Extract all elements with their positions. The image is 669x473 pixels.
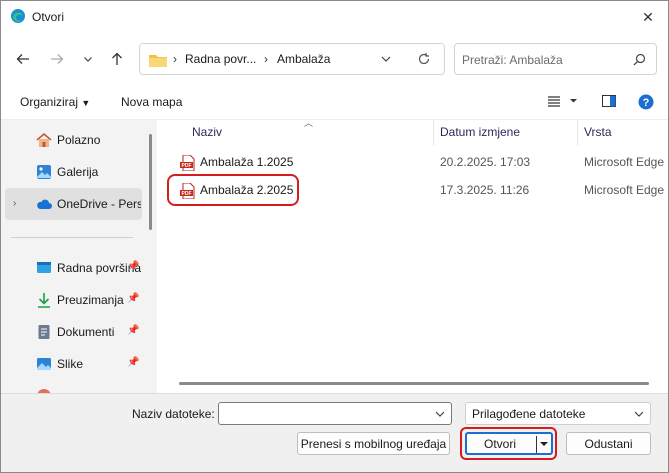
pictures-icon [37, 358, 51, 370]
file-row[interactable]: PDF Ambalaža 1.2025 20.2.2025. 17:03 Mic… [167, 150, 668, 174]
pin-icon: 📌 [127, 293, 140, 304]
column-separator[interactable] [577, 120, 578, 146]
command-bar: Organiziraj ▼ Nova mapa ? [1, 85, 668, 119]
sidebar-item-pictures[interactable]: Slike 📌 [1, 348, 146, 380]
file-date: 20.2.2025. 17:03 [440, 155, 531, 169]
column-header-date[interactable]: Datum izmjene [440, 125, 520, 139]
sidebar-divider [11, 237, 133, 238]
address-bar[interactable]: › Radna povr... › Ambalaža [139, 43, 445, 75]
file-type: Microsoft Edge PDF Document [584, 183, 668, 197]
svg-text:PDF: PDF [182, 163, 192, 169]
window-title: Otvori [32, 10, 65, 24]
column-header-name[interactable]: Naziv [192, 125, 222, 139]
desktop-icon [37, 262, 51, 273]
chevron-down-icon[interactable] [539, 439, 549, 449]
chevron-down-icon: ▼ [81, 98, 91, 108]
pin-icon: 📌 [127, 325, 140, 336]
title-bar: Otvori ✕ [1, 1, 668, 33]
sidebar-item-onedrive[interactable]: › OneDrive - Personal [5, 188, 142, 220]
breadcrumb-desktop[interactable]: Radna povr... [185, 52, 256, 66]
sidebar-scrollbar[interactable] [149, 134, 152, 230]
split-divider [536, 436, 537, 453]
document-icon [38, 325, 50, 339]
open-file-dialog: Otvori ✕ › Radna povr... › Ambalaža Pret… [0, 0, 669, 473]
home-icon [36, 132, 52, 147]
search-placeholder[interactable]: Pretraži: Ambalaža [462, 53, 563, 67]
close-icon[interactable]: ✕ [638, 7, 658, 27]
sort-ascending-icon: ︿ [304, 118, 314, 128]
forward-arrow-icon[interactable] [47, 49, 67, 69]
filetype-select[interactable]: Prilagođene datoteke [465, 402, 651, 425]
file-type: Microsoft Edge PDF Document [584, 155, 668, 169]
breadcrumb-chevron-icon: › [173, 52, 177, 66]
new-folder-button[interactable]: Nova mapa [121, 95, 182, 109]
search-box[interactable]: Pretraži: Ambalaža [454, 43, 657, 75]
pdf-icon: PDF [180, 155, 195, 171]
upload-from-mobile-button[interactable]: Prenesi s mobilnog uređaja [297, 432, 450, 455]
pin-icon: 📌 [127, 357, 140, 368]
download-icon [38, 293, 50, 308]
up-arrow-icon[interactable] [107, 49, 127, 69]
dialog-footer: Naziv datoteke: Prilagođene datoteke Pre… [1, 393, 668, 472]
back-arrow-icon[interactable] [13, 49, 33, 69]
open-button-label: Otvori [484, 437, 517, 451]
file-list: ︿ Naziv Datum izmjene Vrsta PDF Ambalaža… [161, 118, 668, 394]
sidebar-item-documents[interactable]: Dokumenti 📌 [1, 316, 146, 348]
file-date: 17.3.2025. 11:26 [440, 183, 530, 197]
search-icon[interactable] [633, 53, 646, 66]
sidebar-item-desktop[interactable]: Radna površina 📌 [1, 252, 146, 284]
filename-label: Naziv datoteke: [132, 407, 215, 421]
sidebar-item-gallery[interactable]: Galerija [1, 156, 146, 188]
cloud-icon [37, 199, 52, 209]
file-name: Ambalaža 1.2025 [200, 155, 294, 169]
list-view-icon [548, 96, 577, 107]
view-options-button[interactable] [547, 94, 577, 111]
file-highlight-outline [167, 174, 299, 206]
organize-menu-button[interactable]: Organiziraj ▼ [20, 95, 90, 109]
sidebar-item-partial [1, 380, 146, 394]
open-button[interactable]: Otvori [465, 432, 553, 455]
breadcrumb-chevron-icon: › [264, 52, 268, 66]
column-header-type[interactable]: Vrsta [584, 125, 612, 139]
svg-text:?: ? [643, 97, 650, 109]
address-dropdown-icon[interactable] [380, 53, 392, 65]
navigation-pane: Polazno Galerija › OneDrive - Personal R… [1, 120, 157, 394]
sidebar-item-downloads[interactable]: Preuzimanja 📌 [1, 284, 146, 316]
browser-body: Polazno Galerija › OneDrive - Personal R… [1, 118, 668, 394]
refresh-icon[interactable] [417, 52, 431, 66]
filetype-value: Prilagođene datoteke [472, 407, 586, 421]
breadcrumb-current-folder[interactable]: Ambalaža [277, 52, 330, 66]
pin-icon: 📌 [127, 261, 140, 272]
gallery-icon [37, 165, 51, 179]
help-icon[interactable]: ? [638, 94, 654, 113]
expand-chevron-icon[interactable]: › [13, 198, 16, 209]
filename-input[interactable] [218, 402, 452, 425]
chevron-down-icon[interactable] [434, 408, 446, 420]
chevron-down-icon[interactable] [633, 408, 645, 420]
sidebar-item-home[interactable]: Polazno [1, 124, 146, 156]
preview-pane-icon[interactable] [602, 95, 616, 110]
column-separator[interactable] [433, 120, 434, 146]
cancel-button[interactable]: Odustani [566, 432, 651, 455]
navigation-bar: › Radna povr... › Ambalaža Pretraži: Amb… [1, 33, 668, 85]
recent-locations-chevron-icon[interactable] [78, 49, 98, 69]
edge-icon [11, 9, 25, 23]
horizontal-scrollbar[interactable] [179, 382, 649, 385]
folder-icon [149, 55, 167, 67]
